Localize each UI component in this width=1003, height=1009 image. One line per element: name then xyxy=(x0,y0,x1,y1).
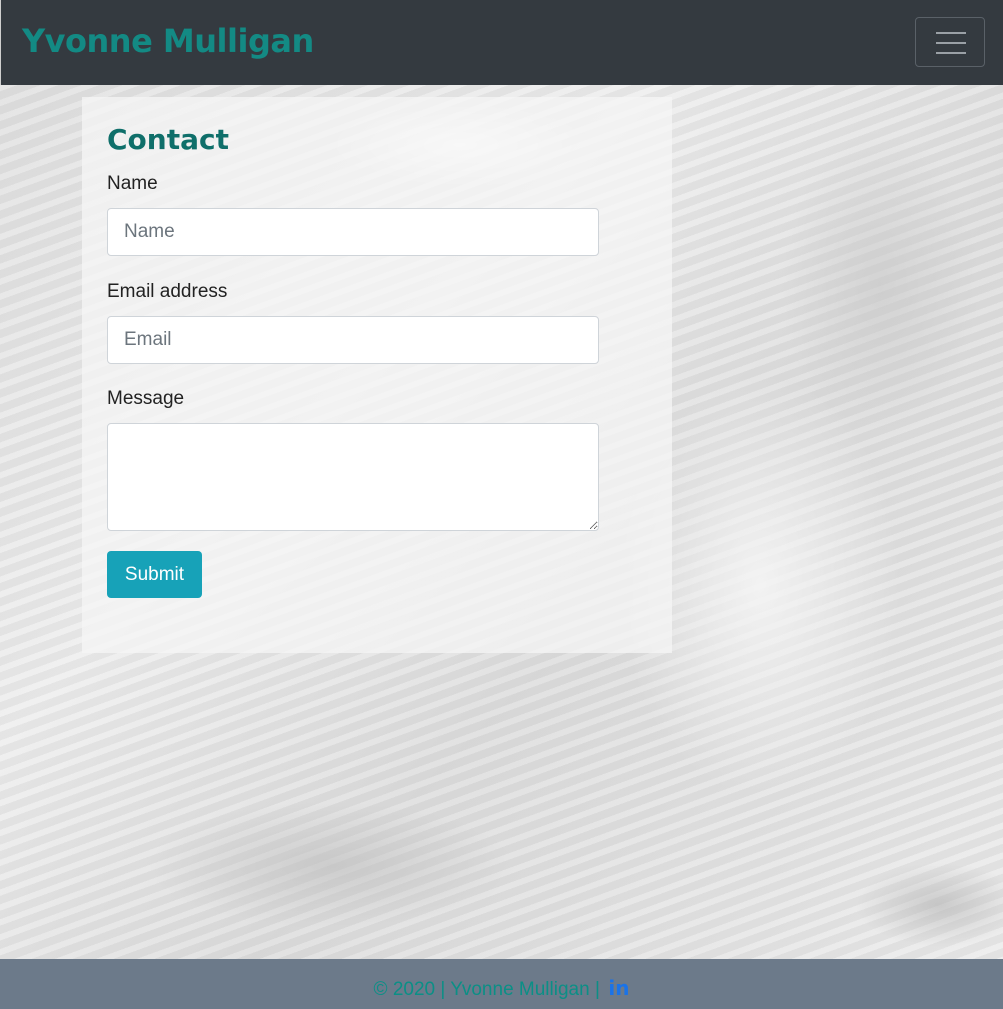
footer: © 2020 | Yvonne Mulligan | in xyxy=(0,959,1003,1009)
email-label: Email address xyxy=(107,281,228,302)
message-label: Message xyxy=(107,388,185,409)
contact-title: Contact xyxy=(107,123,229,156)
name-label: Name xyxy=(107,173,158,194)
submit-button[interactable]: Submit xyxy=(107,551,202,598)
footer-copyright: © 2020 | Yvonne Mulligan | xyxy=(373,979,600,1000)
email-input[interactable] xyxy=(107,316,599,364)
contact-card: Contact Name Email address Message Submi… xyxy=(82,97,672,653)
navbar: Yvonne Mulligan xyxy=(0,0,1003,85)
menu-toggle-button[interactable] xyxy=(915,17,985,67)
name-input[interactable] xyxy=(107,208,599,256)
site-brand[interactable]: Yvonne Mulligan xyxy=(22,22,314,60)
message-textarea[interactable] xyxy=(107,423,599,531)
linkedin-icon[interactable]: in xyxy=(608,976,629,1000)
